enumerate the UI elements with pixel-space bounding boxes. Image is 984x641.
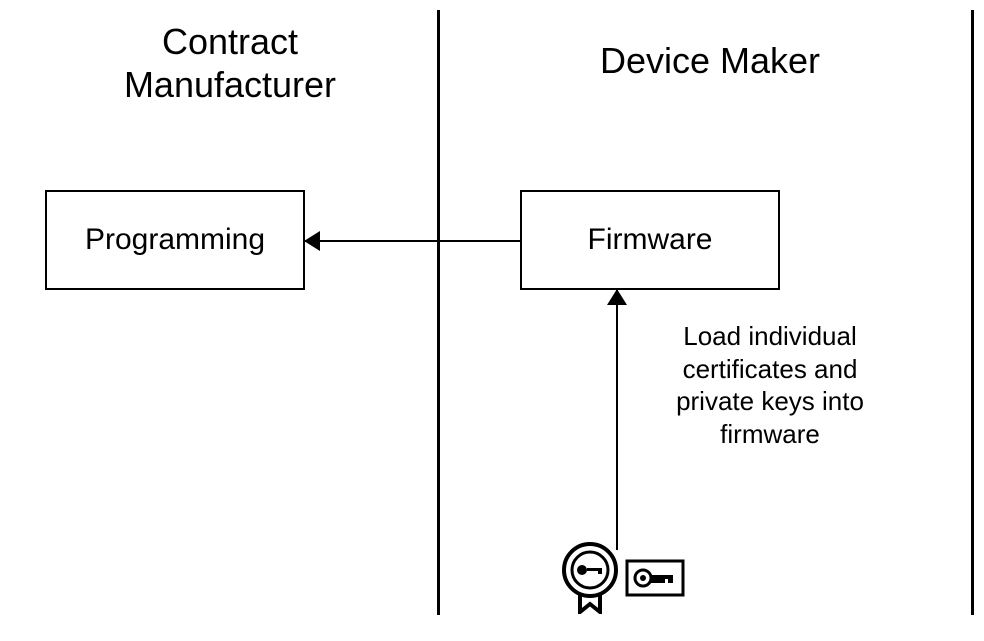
programming-label: Programming [85, 223, 265, 257]
arrow-firmware-to-programming [305, 240, 520, 242]
left-section-title: Contract Manufacturer [100, 20, 360, 106]
right-section-title: Device Maker [560, 40, 860, 82]
key-card-icon [625, 559, 685, 597]
crypto-icons-group [560, 542, 685, 614]
firmware-box: Firmware [520, 190, 780, 290]
programming-box: Programming [45, 190, 305, 290]
vertical-divider-right [971, 10, 974, 615]
certificate-key-icon [560, 542, 620, 614]
annotation-text: Load individual certificates and private… [645, 320, 895, 450]
diagram-container: Contract Manufacturer Device Maker Progr… [0, 0, 984, 641]
firmware-label: Firmware [588, 223, 713, 257]
arrow-keys-to-firmware [616, 290, 618, 550]
vertical-divider [437, 10, 440, 615]
